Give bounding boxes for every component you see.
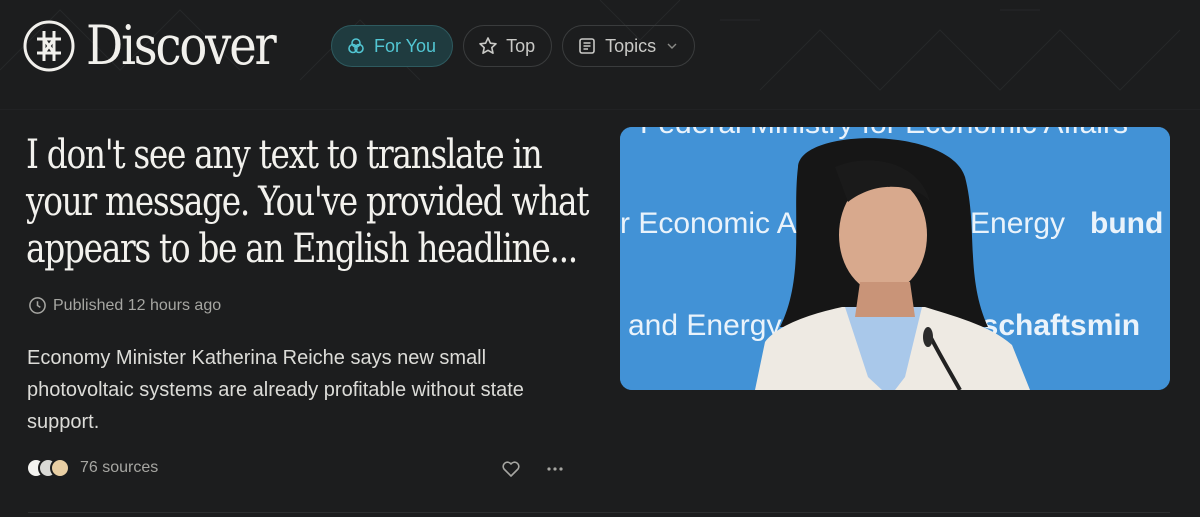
backdrop-text-line1: Federal Ministry for Economic Affairs <box>640 127 1128 140</box>
star-icon <box>479 37 497 54</box>
tab-label: Topics <box>605 35 657 56</box>
source-avatars <box>26 458 70 478</box>
for-you-icon <box>348 38 364 54</box>
more-options-icon[interactable] <box>544 458 566 480</box>
sources-button[interactable]: 76 sources <box>26 458 158 478</box>
chevron-down-icon <box>667 43 677 49</box>
heart-icon[interactable] <box>500 458 522 480</box>
tab-label: Top <box>506 35 536 56</box>
article-image[interactable]: Federal Ministry for Economic Affairs r … <box>620 127 1170 390</box>
source-avatar <box>50 458 70 478</box>
published-label: Published 12 hours ago <box>53 296 222 314</box>
divider <box>28 512 1170 513</box>
brand[interactable]: Discover <box>22 14 305 78</box>
article-photo: Federal Ministry for Economic Affairs r … <box>620 127 1170 390</box>
published-time: Published 12 hours ago <box>28 296 221 315</box>
tab-for-you[interactable]: For You <box>331 25 454 67</box>
clock-icon <box>29 297 46 314</box>
backdrop-text-line2-right: bund <box>1090 207 1163 240</box>
nav-tabs: For You Top Topics <box>331 25 696 67</box>
article-headline[interactable]: I don't see any text to translate in you… <box>26 132 592 273</box>
article-actions <box>500 458 566 480</box>
backdrop-text-line2-left: r Economic Af <box>620 207 806 240</box>
backdrop-text-line2-mid: Energy <box>970 207 1065 240</box>
topics-icon <box>579 38 595 54</box>
tab-top[interactable]: Top <box>463 25 553 67</box>
app-title: Discover <box>86 14 277 77</box>
tab-topics[interactable]: Topics <box>562 25 696 67</box>
article-summary: Economy Minister Katherina Reiche says n… <box>27 347 524 433</box>
sources-count: 76 sources <box>80 459 159 476</box>
backdrop-text-line3-left: and Energy <box>628 309 781 342</box>
tab-label: For You <box>374 35 437 56</box>
discover-logo-icon <box>23 20 75 72</box>
